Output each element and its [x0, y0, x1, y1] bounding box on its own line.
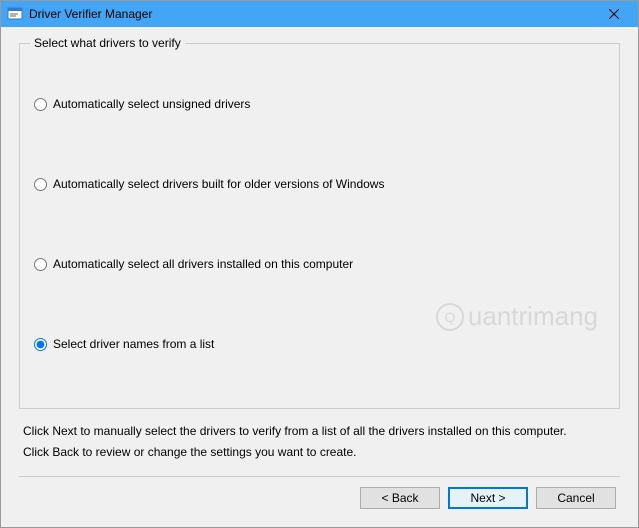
radio-option-older-windows[interactable]: Automatically select drivers built for o…	[34, 177, 605, 191]
radio-label: Automatically select unsigned drivers	[53, 97, 250, 111]
radio-label: Automatically select drivers built for o…	[53, 177, 384, 191]
button-row: < Back Next > Cancel	[19, 487, 620, 517]
next-button[interactable]: Next >	[448, 487, 528, 509]
back-button[interactable]: < Back	[360, 487, 440, 509]
radio-option-from-list[interactable]: Select driver names from a list	[34, 337, 605, 351]
app-icon	[7, 6, 23, 22]
window: Driver Verifier Manager Select what driv…	[0, 0, 639, 528]
titlebar: Driver Verifier Manager	[1, 1, 638, 27]
radio-label: Automatically select all drivers install…	[53, 257, 353, 271]
close-button[interactable]	[594, 3, 634, 25]
window-title: Driver Verifier Manager	[29, 7, 594, 21]
client-area: Select what drivers to verify Automatica…	[1, 27, 638, 527]
help-text: Click Next to manually select the driver…	[23, 421, 616, 462]
radio-label: Select driver names from a list	[53, 337, 214, 351]
radio-option-unsigned[interactable]: Automatically select unsigned drivers	[34, 97, 605, 111]
radio-input[interactable]	[34, 178, 47, 191]
radio-input[interactable]	[34, 338, 47, 351]
radio-group: Automatically select unsigned drivers Au…	[34, 54, 605, 394]
driver-selection-group: Select what drivers to verify Automatica…	[19, 43, 620, 409]
group-legend: Select what drivers to verify	[30, 36, 185, 50]
help-line-1: Click Next to manually select the driver…	[23, 421, 616, 441]
radio-input[interactable]	[34, 258, 47, 271]
radio-option-all-drivers[interactable]: Automatically select all drivers install…	[34, 257, 605, 271]
radio-input[interactable]	[34, 98, 47, 111]
cancel-button[interactable]: Cancel	[536, 487, 616, 509]
help-line-2: Click Back to review or change the setti…	[23, 442, 616, 462]
separator	[19, 476, 620, 477]
